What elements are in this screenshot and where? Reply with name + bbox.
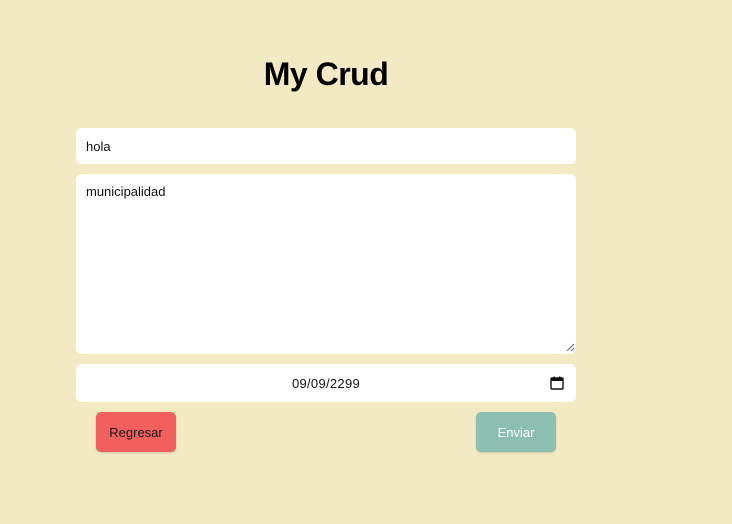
date-value: 09/09/2299 bbox=[291, 375, 361, 391]
page-title: My Crud bbox=[263, 56, 389, 92]
back-button[interactable]: Regresar bbox=[96, 412, 176, 452]
calendar-icon[interactable] bbox=[550, 376, 564, 390]
resize-grip-icon[interactable] bbox=[566, 343, 574, 351]
title-input[interactable] bbox=[76, 128, 576, 164]
description-textarea[interactable]: municipalidad bbox=[76, 174, 576, 354]
submit-button[interactable]: Enviar bbox=[476, 412, 556, 452]
date-input[interactable]: 09/09/2299 bbox=[76, 364, 576, 402]
